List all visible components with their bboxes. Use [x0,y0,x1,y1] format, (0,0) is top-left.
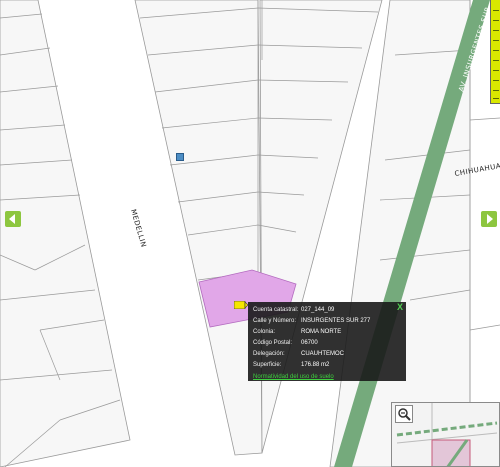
zoom-slider[interactable] [490,0,500,104]
info-value: 176.88 m2 [301,362,330,368]
info-row: Calle y Número: INSURGENTES SUR 277 [253,316,401,327]
info-key: Delegación: [253,351,285,357]
pan-left-button[interactable] [5,211,21,227]
arrow-left-icon [9,214,15,224]
info-row: Superficie: 176.88 m2 [253,360,401,371]
info-key: Código Postal: [253,340,293,346]
info-value: CUAUHTEMOC [301,351,344,357]
info-key: Superficie: [253,362,282,368]
info-row: Cuenta catastral: 027_144_09 [253,305,401,316]
info-value: 06700 [301,340,318,346]
info-value: ROMA NORTE [301,329,342,335]
arrow-right-icon [487,214,493,224]
magnifier-icon [398,408,411,421]
map-canvas[interactable]: MEDELLIN AV. INSURGENTES SUR CHIHUAHUA [0,0,500,467]
info-key: Colonia: [253,329,276,335]
close-button[interactable]: X [397,302,403,312]
info-icon[interactable] [176,153,184,161]
overview-zoom-button[interactable] [395,405,413,423]
parcel-info-popup: X Cuenta catastral: 027_144_09 Calle y N… [248,302,406,381]
info-key: Cuenta catastral: [253,307,299,313]
street-label-medellin: MEDELLIN [129,208,148,248]
info-key: Calle y Número: [253,318,297,324]
location-marker-icon[interactable] [234,301,248,309]
info-value: INSURGENTES SUR 277 [301,318,371,324]
land-use-link[interactable]: Normatividad del uso de suelo [253,371,401,384]
city-blocks [0,0,471,467]
info-row: Delegación: CUAUHTEMOC [253,349,401,360]
pan-right-button[interactable] [481,211,497,227]
info-row: Colonia: ROMA NORTE [253,327,401,338]
info-row: Código Postal: 06700 [253,338,401,349]
info-value: 027_144_09 [301,307,335,313]
